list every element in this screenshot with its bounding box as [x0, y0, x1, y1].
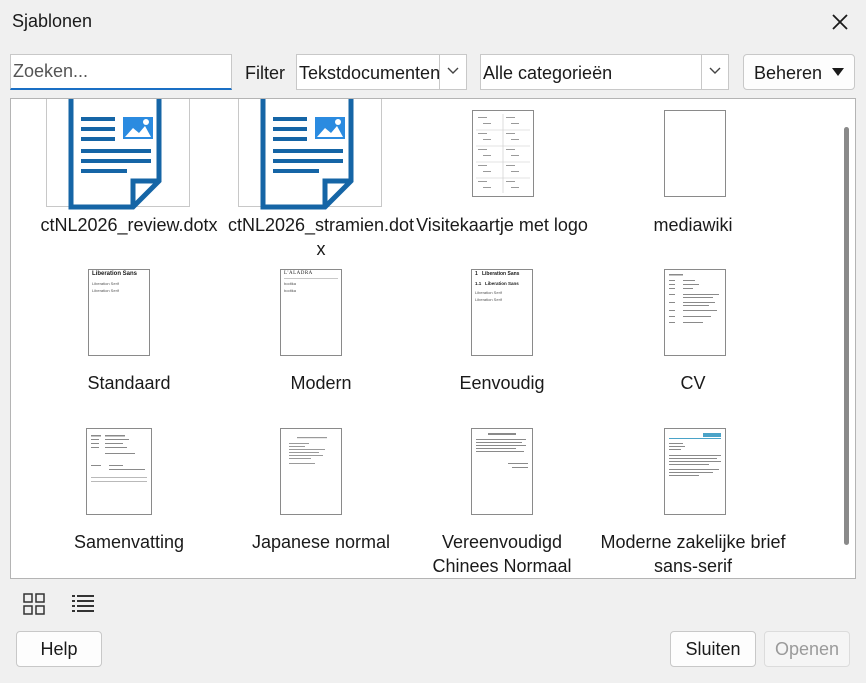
chevron-down-icon [447, 67, 459, 74]
template-label: Vereenvoudigd Chinees Normaal [432, 532, 572, 576]
template-label: Standaard [87, 373, 171, 393]
template-thumbnail [664, 110, 726, 197]
filter-dropdown-value: Tekstdocumenten [299, 63, 441, 83]
document-template-icon [260, 99, 354, 210]
preview-subheading: 1.1 Liberation Sans [475, 281, 519, 286]
template-item[interactable]: Liberation Sans Liberation Serif Liberat… [34, 269, 224, 419]
thumbnail-view-icon[interactable] [22, 592, 48, 618]
template-item[interactable]: ctNL2026_review.dotx [34, 99, 224, 269]
search-input[interactable] [10, 54, 232, 90]
template-thumbnail [664, 269, 726, 356]
manage-button-label: Beheren [754, 63, 823, 83]
template-label: ctNL2026_stramien.dotx [227, 215, 415, 259]
dialog-title: Sjablonen [12, 11, 93, 31]
letter-preview [669, 433, 721, 476]
template-item[interactable]: Japanese normal [226, 428, 416, 578]
preview-line: Liberation Serif [475, 290, 502, 295]
preview-line: bodtka [284, 288, 297, 293]
category-dropdown-value: Alle categorieën [483, 63, 613, 83]
preview-line: Liberation Serif [92, 288, 119, 293]
template-label: Visitekaartje met logo [416, 215, 588, 235]
template-thumbnail [664, 428, 726, 515]
template-item[interactable]: Visitekaartje met logo [407, 99, 597, 269]
template-label: Moderne zakelijke brief sans-serif [600, 532, 786, 576]
preview-heading: L'ALADRA [284, 271, 313, 276]
template-label: CV [680, 373, 706, 393]
filter-dropdown[interactable]: Tekstdocumenten [296, 54, 467, 90]
template-thumbnail [471, 428, 533, 515]
title-bar: Sjablonen [0, 0, 866, 44]
vertical-scrollbar-thumb[interactable] [844, 127, 849, 545]
japanese-preview [289, 437, 327, 464]
category-dropdown[interactable]: Alle categorieën [480, 54, 729, 90]
close-icon[interactable] [828, 10, 852, 34]
template-item[interactable]: mediawiki [598, 99, 788, 269]
preview-line: Liberation Serif [475, 297, 502, 302]
filter-label: Filter [245, 63, 285, 83]
template-view[interactable]: ctNL2026_review.dotx ctNL2026_stramien.d… [10, 98, 856, 579]
chevron-down-icon [709, 67, 721, 74]
template-label: Samenvatting [73, 532, 185, 552]
template-thumbnail: 1 Liberation Sans 1.1 Liberation Sans Li… [471, 269, 533, 356]
template-label: Modern [290, 373, 352, 393]
template-label: mediawiki [653, 215, 733, 235]
list-view-icon[interactable] [70, 592, 96, 618]
template-label: ctNL2026_review.dotx [40, 215, 218, 235]
triangle-down-icon [832, 68, 844, 76]
manage-button[interactable]: Beheren [743, 54, 855, 90]
template-item[interactable]: CV [598, 269, 788, 419]
template-thumbnail: Liberation Sans Liberation Serif Liberat… [88, 269, 150, 356]
template-item[interactable]: 1 Liberation Sans 1.1 Liberation Sans Li… [407, 269, 597, 419]
template-thumbnail: L'ALADRA bodtka bodtka [280, 269, 342, 356]
template-thumbnail [280, 428, 342, 515]
summary-preview [91, 435, 147, 482]
template-label: Eenvoudig [459, 373, 545, 393]
chinese-preview [476, 433, 528, 468]
cv-preview [669, 274, 719, 323]
preview-line: bodtka [284, 281, 297, 286]
template-item[interactable]: ctNL2026_stramien.dotx [226, 99, 416, 269]
template-label: Japanese normal [251, 532, 391, 552]
document-template-icon [68, 99, 162, 210]
preview-heading: 1 Liberation Sans [475, 271, 520, 277]
close-button[interactable]: Sluiten [670, 631, 756, 667]
business-card-preview [476, 114, 530, 193]
filter-dropdown-button[interactable] [439, 55, 466, 89]
open-button[interactable]: Openen [764, 631, 850, 667]
category-dropdown-button[interactable] [701, 55, 728, 89]
preview-rule [284, 278, 338, 279]
template-item[interactable]: Vereenvoudigd Chinees Normaal [407, 428, 597, 578]
template-item[interactable]: Samenvatting [34, 428, 224, 578]
help-button[interactable]: Help [16, 631, 102, 667]
preview-heading: Liberation Sans [92, 271, 138, 277]
template-thumbnail [86, 428, 152, 515]
template-item[interactable]: Moderne zakelijke brief sans-serif [598, 428, 788, 578]
preview-line: Liberation Serif [92, 281, 119, 286]
template-thumbnail [472, 110, 534, 197]
template-item[interactable]: L'ALADRA bodtka bodtka Modern [226, 269, 416, 419]
